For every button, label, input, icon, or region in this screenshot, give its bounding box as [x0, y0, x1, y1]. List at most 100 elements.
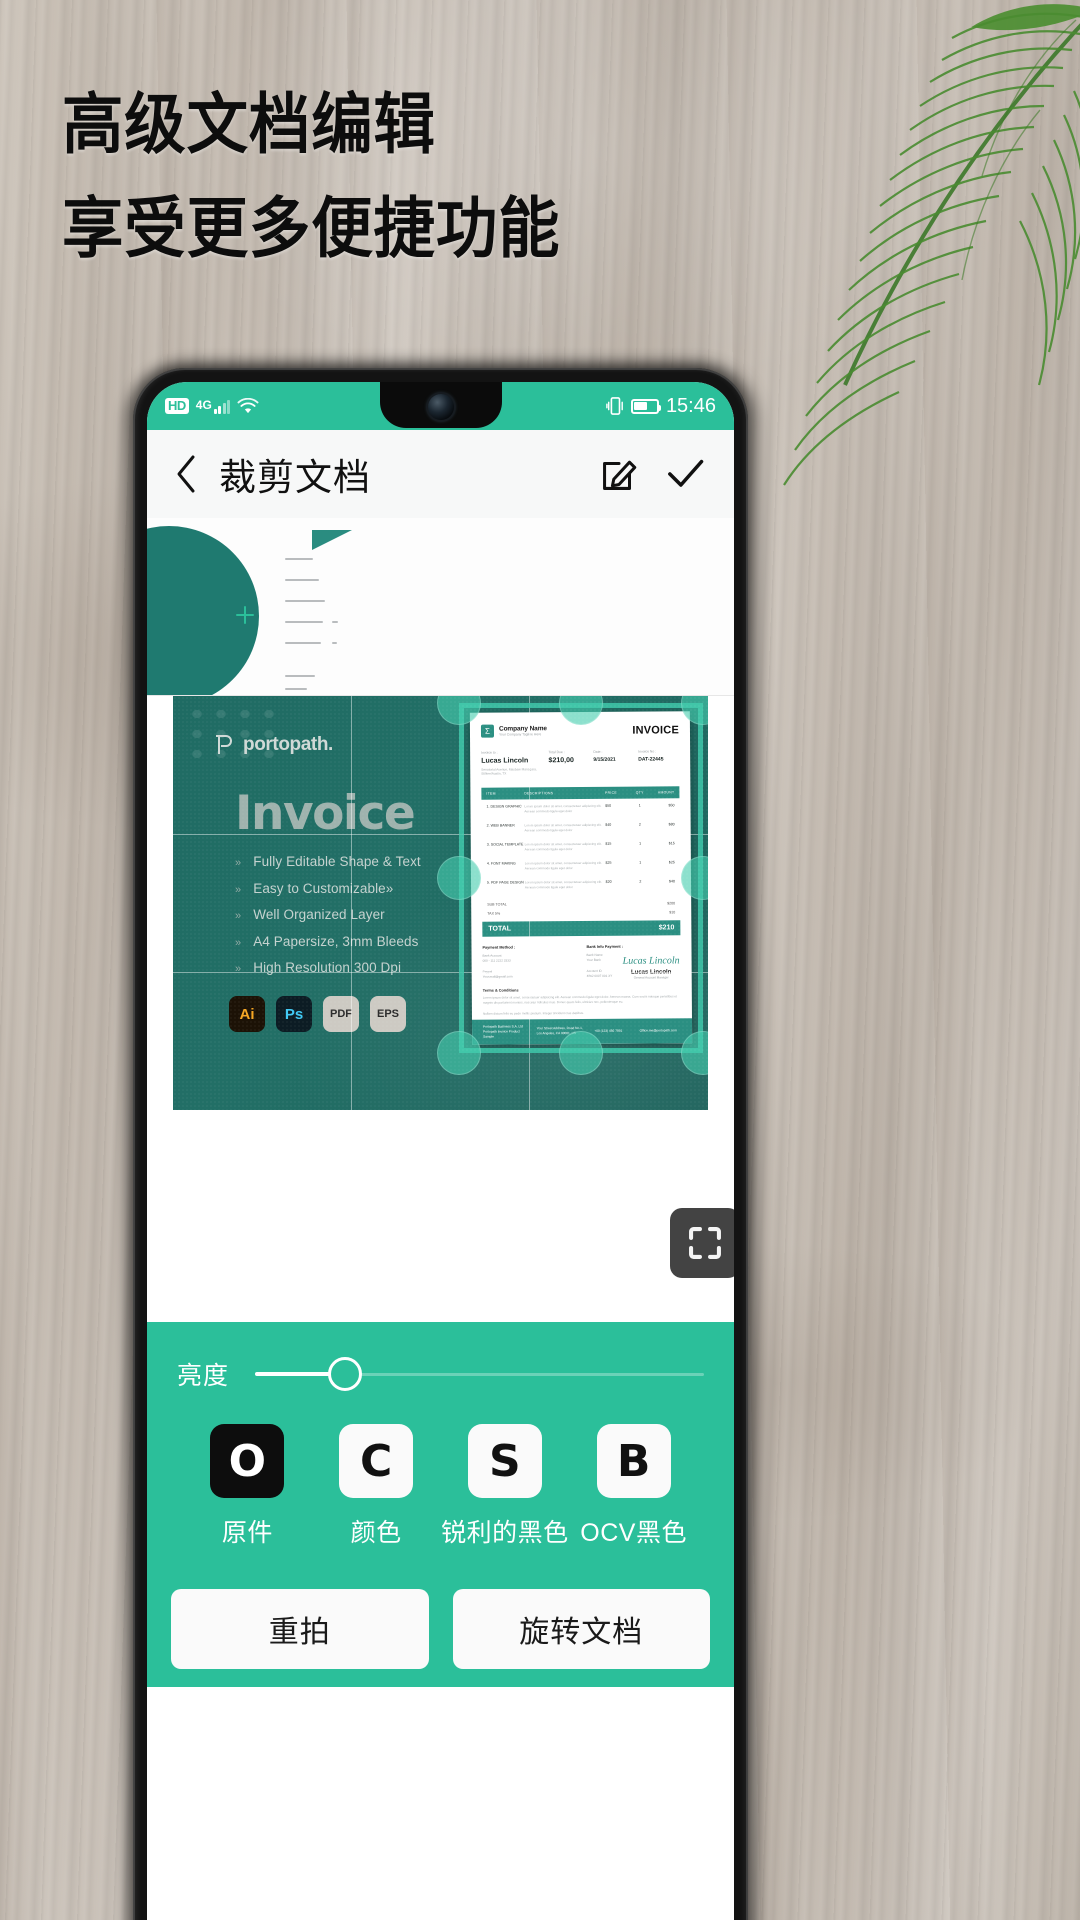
filter-chip-glyph: B [596, 1424, 671, 1498]
battery-icon [630, 398, 661, 414]
list-item: » High Resolution 300 Dpi [235, 960, 402, 975]
phone-mockup: HD 4G 15:46 裁剪文档 portopath. Invoice » Fu… [133, 368, 748, 1920]
invoice-signature: Lucas Lincoln Lucas Lincoln General Acco… [623, 955, 680, 979]
document-feature-list: » Fully Editable Shape & Text » Easy to Cu… [235, 854, 421, 987]
terms-label: Terms & Conditions [482, 988, 519, 993]
filter-option-color[interactable]: C 颜色 [312, 1424, 441, 1549]
checkmark-icon[interactable] [662, 451, 708, 497]
filter-chip-glyph: O [210, 1424, 285, 1498]
invoice-date-label: Date : [593, 749, 603, 754]
bank-info-label: Bank Info Payment : [586, 944, 623, 949]
phone-notch [379, 382, 502, 428]
total-label: TOTAL [488, 925, 512, 933]
footer-email: Office.me@portopath.com [639, 1028, 677, 1033]
crop-handle-bottom-center[interactable] [559, 1031, 603, 1075]
signature-role: General Account Manager [633, 975, 669, 980]
edit-pencil-icon[interactable] [596, 451, 642, 497]
brightness-control: 亮度 [147, 1322, 734, 1398]
invoice-to-label: Invoice to : [481, 750, 498, 755]
brightness-slider-track [335, 1372, 704, 1376]
invoice-items-table: ITEM DESCRIPTIONS PRICE QTY AMOUNT 1. DE… [481, 786, 680, 895]
scanned-document-image[interactable]: portopath. Invoice » Fully Editable Shape… [173, 696, 708, 1110]
badge-ps: Ps [276, 996, 312, 1032]
invoice-company-tagline: Your Company Tagline Here [498, 732, 542, 737]
footer-tagline: Portopath Invoice Product Sample [483, 1029, 520, 1039]
crop-handle-bottom-left[interactable] [437, 1031, 481, 1075]
invoice-date-value: 9/15/2021 [593, 756, 616, 763]
invoice-no-value: DAT-22445 [638, 755, 664, 763]
invoice-company-logo-icon: Σ [480, 724, 495, 738]
retake-button[interactable]: 重拍 [171, 1589, 429, 1669]
total-due-value: $210,00 [548, 756, 574, 764]
app-bar: 裁剪文档 [147, 430, 734, 518]
invoice-heading: INVOICE [632, 723, 680, 737]
page-title: 裁剪文档 [219, 457, 371, 498]
payment-method-lines: Bank Account 000 - 111 2222 3333 Paypal … [482, 953, 513, 979]
filter-chip-glyph: C [339, 1424, 414, 1498]
brightness-slider[interactable] [255, 1357, 704, 1391]
total-value: $210 [658, 924, 675, 932]
promo-headline-line2: 享受更多便捷功能 [62, 190, 561, 267]
table-row: 5. PDF PAGE DESIGN Lorem ipsum dolor sit… [487, 879, 676, 890]
badge-ai: Ai [229, 996, 265, 1032]
front-camera-icon [427, 394, 454, 420]
action-buttons: 重拍 旋转文档 [147, 1549, 734, 1669]
list-item: » Fully Editable Shape & Text [235, 854, 421, 869]
filter-options: O 原件 C 颜色 S 锐利的黑色 B OCV黑色 [147, 1398, 734, 1549]
fullscreen-expand-icon[interactable] [670, 1208, 734, 1278]
document-title: Invoice [235, 786, 416, 841]
table-row: 2. WEB BANNER Lorem ipsum dolor sit amet… [486, 822, 675, 833]
filter-label: OCV黑色 [580, 1519, 687, 1547]
invoice-to-address: Senatorial Avenue, Masbaw Managara, Stil… [481, 766, 537, 777]
phone-screen: HD 4G 15:46 裁剪文档 portopath. Invoice » Fu… [147, 382, 734, 1920]
tax-value: $10 [669, 910, 676, 915]
back-chevron-icon[interactable] [173, 454, 199, 494]
tax-label: TAX 5% [487, 911, 501, 916]
plus-icon [234, 604, 256, 626]
badge-pdf: PDF [323, 996, 359, 1032]
total-due-label: Total Due : [548, 750, 565, 755]
filter-option-sharp-black[interactable]: S 锐利的黑色 [441, 1424, 570, 1549]
filter-option-original[interactable]: O 原件 [183, 1424, 312, 1549]
terms-text: Lorem ipsum dolor sit amet, consectetuer… [482, 994, 678, 1016]
payment-method-label: Payment Method : [482, 945, 516, 950]
list-item: » A4 Papersize, 3mm Bleeds [235, 933, 419, 949]
table-row: 4. FONT MAKING Lorem ipsum dolor sit ame… [486, 860, 675, 871]
table-row: 1. DESIGN GRAPHIC Lorem ipsum dolor sit … [486, 803, 675, 814]
list-item: » Well Organized Layer [235, 907, 385, 922]
invoice-summary: SUB TOTAL $200 TAX 5% $10 TOTAL $210 [482, 899, 681, 937]
crop-handle-middle-left[interactable] [437, 856, 481, 900]
document-preview-area[interactable]: portopath. Invoice » Fully Editable Shape… [147, 518, 734, 1322]
bottom-toolbar: 亮度 O 原件 C 颜色 S 锐利的黑色 B OCV黑色 重拍 旋转文档 [147, 1322, 734, 1687]
filter-chip-glyph: S [467, 1424, 542, 1498]
thumbnail-triangle-shape [312, 530, 352, 550]
document-brand: portopath. [213, 734, 333, 756]
filter-label: 锐利的黑色 [441, 1519, 569, 1547]
invoice-no-label: Invoice No : [638, 749, 657, 754]
document-brand-label: portopath. [243, 734, 333, 755]
invoice-to-value: Lucas Lincoln [481, 756, 529, 765]
invoice-terms-section: Terms & Conditions Lorem ipsum dolor sit… [483, 987, 681, 1017]
promo-headline-line1: 高级文档编辑 [62, 86, 436, 163]
rotate-document-button[interactable]: 旋转文档 [452, 1589, 710, 1669]
filter-label: 颜色 [350, 1519, 402, 1547]
status-time: 15:46 [665, 394, 716, 417]
brightness-slider-thumb[interactable] [327, 1357, 362, 1391]
brightness-label: 亮度 [177, 1362, 230, 1390]
filter-option-ocv-black[interactable]: B OCV黑色 [569, 1424, 698, 1549]
signal-bars-icon: 4G [196, 398, 231, 414]
document-format-badges: Ai Ps PDF EPS [229, 996, 406, 1032]
wifi-icon [237, 397, 259, 413]
sub-total-value: $200 [667, 901, 676, 906]
badge-eps: EPS [370, 996, 406, 1032]
previous-page-thumbnail[interactable] [147, 518, 734, 696]
hd-badge: HD [165, 398, 189, 414]
signature-script: Lucas Lincoln [622, 955, 680, 967]
list-item: » Easy to Customizable» [235, 880, 394, 896]
sub-total-label: SUB TOTAL [487, 902, 507, 907]
invoice-paper: Σ Company Name Your Company Tagline Here… [469, 711, 693, 1045]
portopath-logo-icon [216, 735, 232, 754]
filter-label: 原件 [221, 1519, 273, 1547]
brightness-slider-fill [255, 1372, 336, 1376]
table-row: 3. SOCIAL TEMPLATE Lorem ipsum dolor sit… [486, 841, 675, 852]
